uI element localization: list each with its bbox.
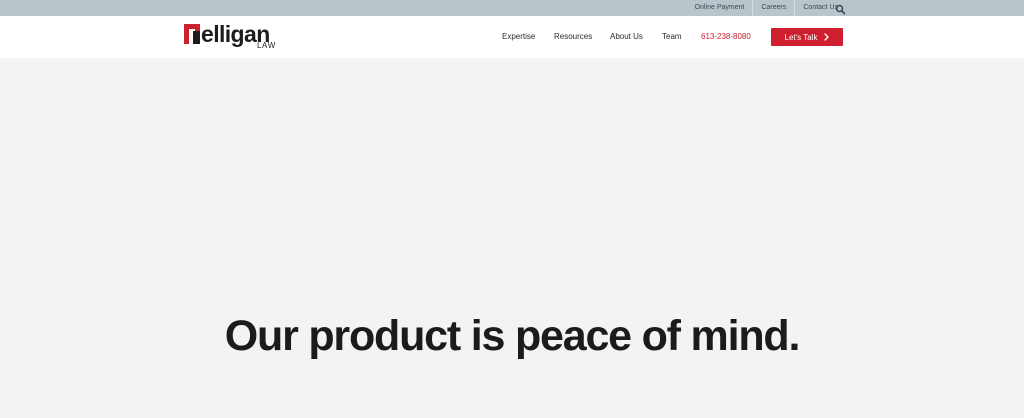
logo-mark-icon — [184, 24, 200, 44]
online-payment-link[interactable]: Online Payment — [687, 0, 753, 16]
search-icon — [835, 4, 846, 15]
careers-link[interactable]: Careers — [753, 0, 794, 16]
nav-team[interactable]: Team — [662, 16, 682, 58]
site-header: elligan LAW Expertise Resources About Us… — [0, 16, 1024, 58]
utility-links: Online Payment Careers Contact Us — [687, 0, 846, 16]
nav-expertise[interactable]: Expertise — [502, 16, 535, 58]
logo[interactable]: elligan LAW — [184, 21, 284, 52]
lets-talk-label: Let's Talk — [784, 32, 818, 42]
phone-link[interactable]: 613-238-8080 — [701, 16, 751, 58]
hero-section: Our product is peace of mind. — [0, 58, 1024, 418]
chevron-right-icon — [824, 33, 830, 41]
hero-title: Our product is peace of mind. — [224, 312, 801, 360]
lets-talk-button[interactable]: Let's Talk — [771, 28, 843, 46]
search-button[interactable] — [835, 2, 846, 15]
nav-about-us[interactable]: About Us — [610, 16, 643, 58]
utility-bar: Online Payment Careers Contact Us — [0, 0, 1024, 16]
nav-resources[interactable]: Resources — [554, 16, 592, 58]
logo-subtext: LAW — [257, 41, 276, 50]
